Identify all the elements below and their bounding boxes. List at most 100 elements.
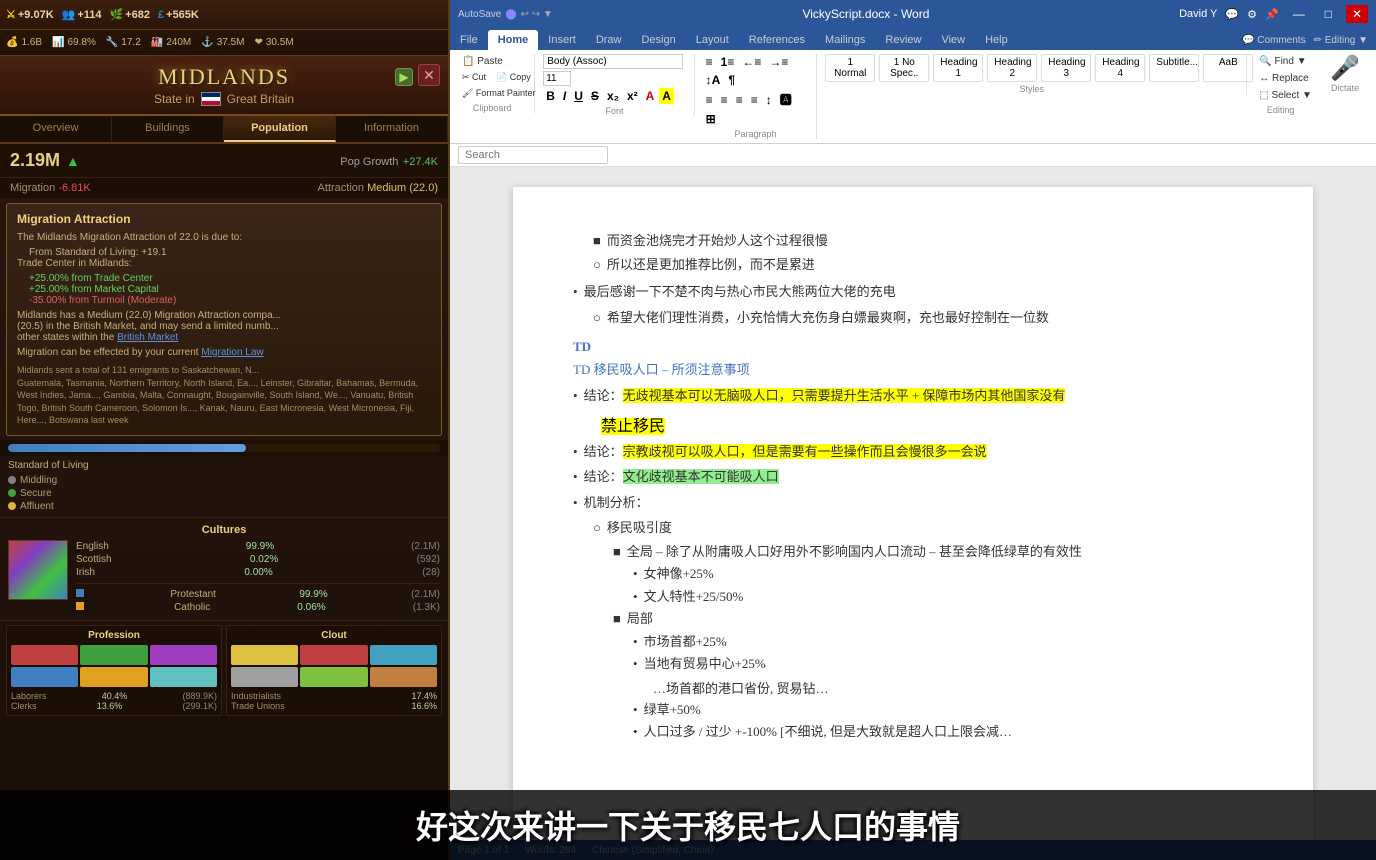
align-left-button[interactable]: ≡ — [703, 92, 716, 108]
ribbon-tab-mailings[interactable]: Mailings — [815, 30, 875, 50]
highlight-1: 无歧视基本可以无脑吸人口，只需要提升生活水平 + 保障市场内其他国家没有 — [623, 388, 1066, 403]
superscript-button[interactable]: x² — [624, 88, 641, 104]
attraction-info: Attraction Medium (22.0) — [318, 182, 438, 194]
font-size-input[interactable] — [543, 71, 571, 86]
stat-pct: 📊 69.8% — [52, 37, 96, 48]
border-button[interactable]: ⊞ — [703, 111, 719, 127]
ribbon-tab-review[interactable]: Review — [875, 30, 931, 50]
indent-less-button[interactable]: ←≡ — [739, 54, 764, 70]
dictate-group: 🎤 Dictate — [1322, 54, 1368, 93]
tab-overview[interactable]: Overview — [0, 116, 112, 142]
word-document-area[interactable]: ■ 而资金池烧完才开始炒人这个过程很慢 ○ 所以还是更加推荐比例，而不是累进 •… — [450, 167, 1376, 840]
style-aab[interactable]: AaB — [1203, 54, 1253, 82]
style-heading1[interactable]: Heading 1 — [933, 54, 983, 82]
align-right-button[interactable]: ≡ — [733, 92, 746, 108]
close-button[interactable]: ✕ — [418, 64, 440, 86]
bullets-button[interactable]: ≡ — [703, 54, 716, 70]
game-panel: ⚔ +9.07K 👥 +114 🌿 +682 £ +565K 💰 1.6B 📊 … — [0, 0, 450, 860]
profession-panel: Profession Laborers 40.4% (889.9K) Clerk… — [6, 625, 222, 716]
underline-button[interactable]: U — [571, 88, 586, 104]
style-no-spec[interactable]: 1 No Spec.. — [879, 54, 929, 82]
bullet-m1: • — [573, 386, 578, 406]
dictate-button[interactable]: 🎤 — [1330, 54, 1360, 83]
ribbon-tabs: File Home Insert Draw Design Layout Refe… — [450, 28, 1376, 50]
justify-button[interactable]: ≡ — [748, 92, 761, 108]
show-para-button[interactable]: ¶ — [725, 72, 738, 88]
line-spacing-button[interactable]: ↕ — [763, 92, 775, 108]
tooltip-sol: From Standard of Living: +19.1 — [17, 247, 431, 258]
sort-button[interactable]: ↕A — [703, 72, 724, 88]
search-input[interactable] — [458, 146, 608, 164]
nav-arrow-btn[interactable]: ▶ — [395, 68, 413, 86]
ribbon-tab-file[interactable]: File — [450, 30, 488, 50]
ribbon-content: 📋 Paste ✂ Cut 📄 Copy 🖌 Format Painter Cl… — [450, 50, 1376, 143]
country-flag — [201, 92, 221, 106]
maximize-button[interactable]: □ — [1319, 5, 1338, 23]
sol-header: Standard of Living — [8, 460, 440, 471]
grid-cell-5 — [80, 667, 147, 687]
ribbon-tab-insert[interactable]: Insert — [538, 30, 586, 50]
tooltip-compare3: other states within the British Market — [17, 332, 431, 343]
format-painter[interactable]: 🖌 Format Painter — [458, 86, 526, 101]
tab-population[interactable]: Population — [224, 116, 336, 142]
bullet-m4: • — [573, 493, 578, 513]
copy-button[interactable]: 📄 Copy — [492, 70, 535, 85]
minimize-button[interactable]: — — [1287, 5, 1311, 23]
styles-label: Styles — [825, 84, 1238, 94]
shading-button[interactable]: 🅰 — [777, 90, 795, 109]
strikethrough-button[interactable]: S — [588, 88, 602, 104]
style-heading4[interactable]: Heading 4 — [1095, 54, 1145, 82]
indent-more-button[interactable]: →≡ — [766, 54, 791, 70]
bullet-marker-4: ○ — [593, 308, 601, 328]
doc-sub3-6: • 人口过多 / 过少 +-100% [不细说, 但是大致就是超人口上限会减… — [633, 722, 1253, 742]
editing-btn[interactable]: ✏ Editing ▼ — [1314, 35, 1368, 46]
paste-button[interactable]: 📋 Paste — [458, 54, 526, 69]
close-word-button[interactable]: ✕ — [1346, 5, 1368, 23]
city-subtitle: State in Great Britain — [10, 92, 438, 106]
ribbon-tab-help[interactable]: Help — [975, 30, 1018, 50]
numbering-button[interactable]: 1≡ — [718, 54, 738, 70]
word-window-controls: David Y 💬 ⚙ 📌 — □ ✕ — [1179, 5, 1368, 23]
word-titlebar: AutoSave ⬤ ↩ ↪ ▼ VickyScript.docx - Word… — [450, 0, 1376, 28]
ribbon-tab-view[interactable]: View — [931, 30, 975, 50]
align-center-button[interactable]: ≡ — [718, 92, 731, 108]
clout-panel: Clout Industrialists 17.4% Trade Unions … — [226, 625, 442, 716]
ribbon-tab-draw[interactable]: Draw — [586, 30, 632, 50]
sol-middling: Middling — [8, 474, 440, 487]
population-stats: 2.19M ▲ Pop Growth +27.4K — [0, 144, 448, 178]
cultures-list: English 99.9% (2.1M) Scottish 0.02% (592… — [76, 540, 440, 614]
replace-button[interactable]: ↔ Replace — [1255, 71, 1306, 86]
style-heading2[interactable]: Heading 2 — [987, 54, 1037, 82]
british-market-link[interactable]: British Market — [117, 332, 178, 343]
ribbon-tab-home[interactable]: Home — [488, 30, 539, 50]
pop-main: 2.19M ▲ — [10, 150, 80, 171]
highlight-button[interactable]: A — [659, 88, 674, 104]
ribbon-tab-design[interactable]: Design — [631, 30, 685, 50]
find-button[interactable]: 🔍 Find ▼ — [1255, 54, 1306, 69]
tab-buildings[interactable]: Buildings — [112, 116, 224, 142]
clout-cell-3 — [370, 645, 437, 665]
cut-button[interactable]: ✂ Cut — [458, 70, 490, 85]
font-family-input[interactable] — [543, 54, 683, 69]
tooltip-title: Migration Attraction — [17, 212, 431, 226]
style-normal[interactable]: 1 Normal — [825, 54, 875, 82]
subscript-button[interactable]: x₂ — [604, 88, 622, 104]
editing-group: 🔍 Find ▼ ↔ Replace ⬚ Select ▼ Editing — [1255, 54, 1314, 115]
tab-information[interactable]: Information — [336, 116, 448, 142]
doc-page: ■ 而资金池烧完才开始炒人这个过程很慢 ○ 所以还是更加推荐比例，而不是累进 •… — [513, 187, 1313, 840]
ribbon-tab-references[interactable]: References — [739, 30, 815, 50]
resource-food: 🌿 +682 — [110, 8, 150, 21]
bold-button[interactable]: B — [543, 88, 558, 104]
italic-button[interactable]: I — [560, 88, 569, 104]
attraction-value: Medium (22.0) — [367, 182, 438, 194]
highlight-1b: 禁止移民 — [601, 418, 665, 435]
migration-law-link[interactable]: Migration Law — [201, 347, 263, 358]
clout-trade-unions: Trade Unions 16.6% — [231, 701, 437, 711]
style-subtitle[interactable]: Subtitle... — [1149, 54, 1199, 82]
style-heading3[interactable]: Heading 3 — [1041, 54, 1091, 82]
select-button[interactable]: ⬚ Select ▼ — [1255, 88, 1306, 103]
font-color-button[interactable]: A — [643, 88, 658, 104]
comments-btn[interactable]: 💬 Comments — [1242, 35, 1306, 46]
ribbon-tab-layout[interactable]: Layout — [686, 30, 739, 50]
city-header: MIDLANDS State in Great Britain ▶ ✕ — [0, 56, 448, 116]
